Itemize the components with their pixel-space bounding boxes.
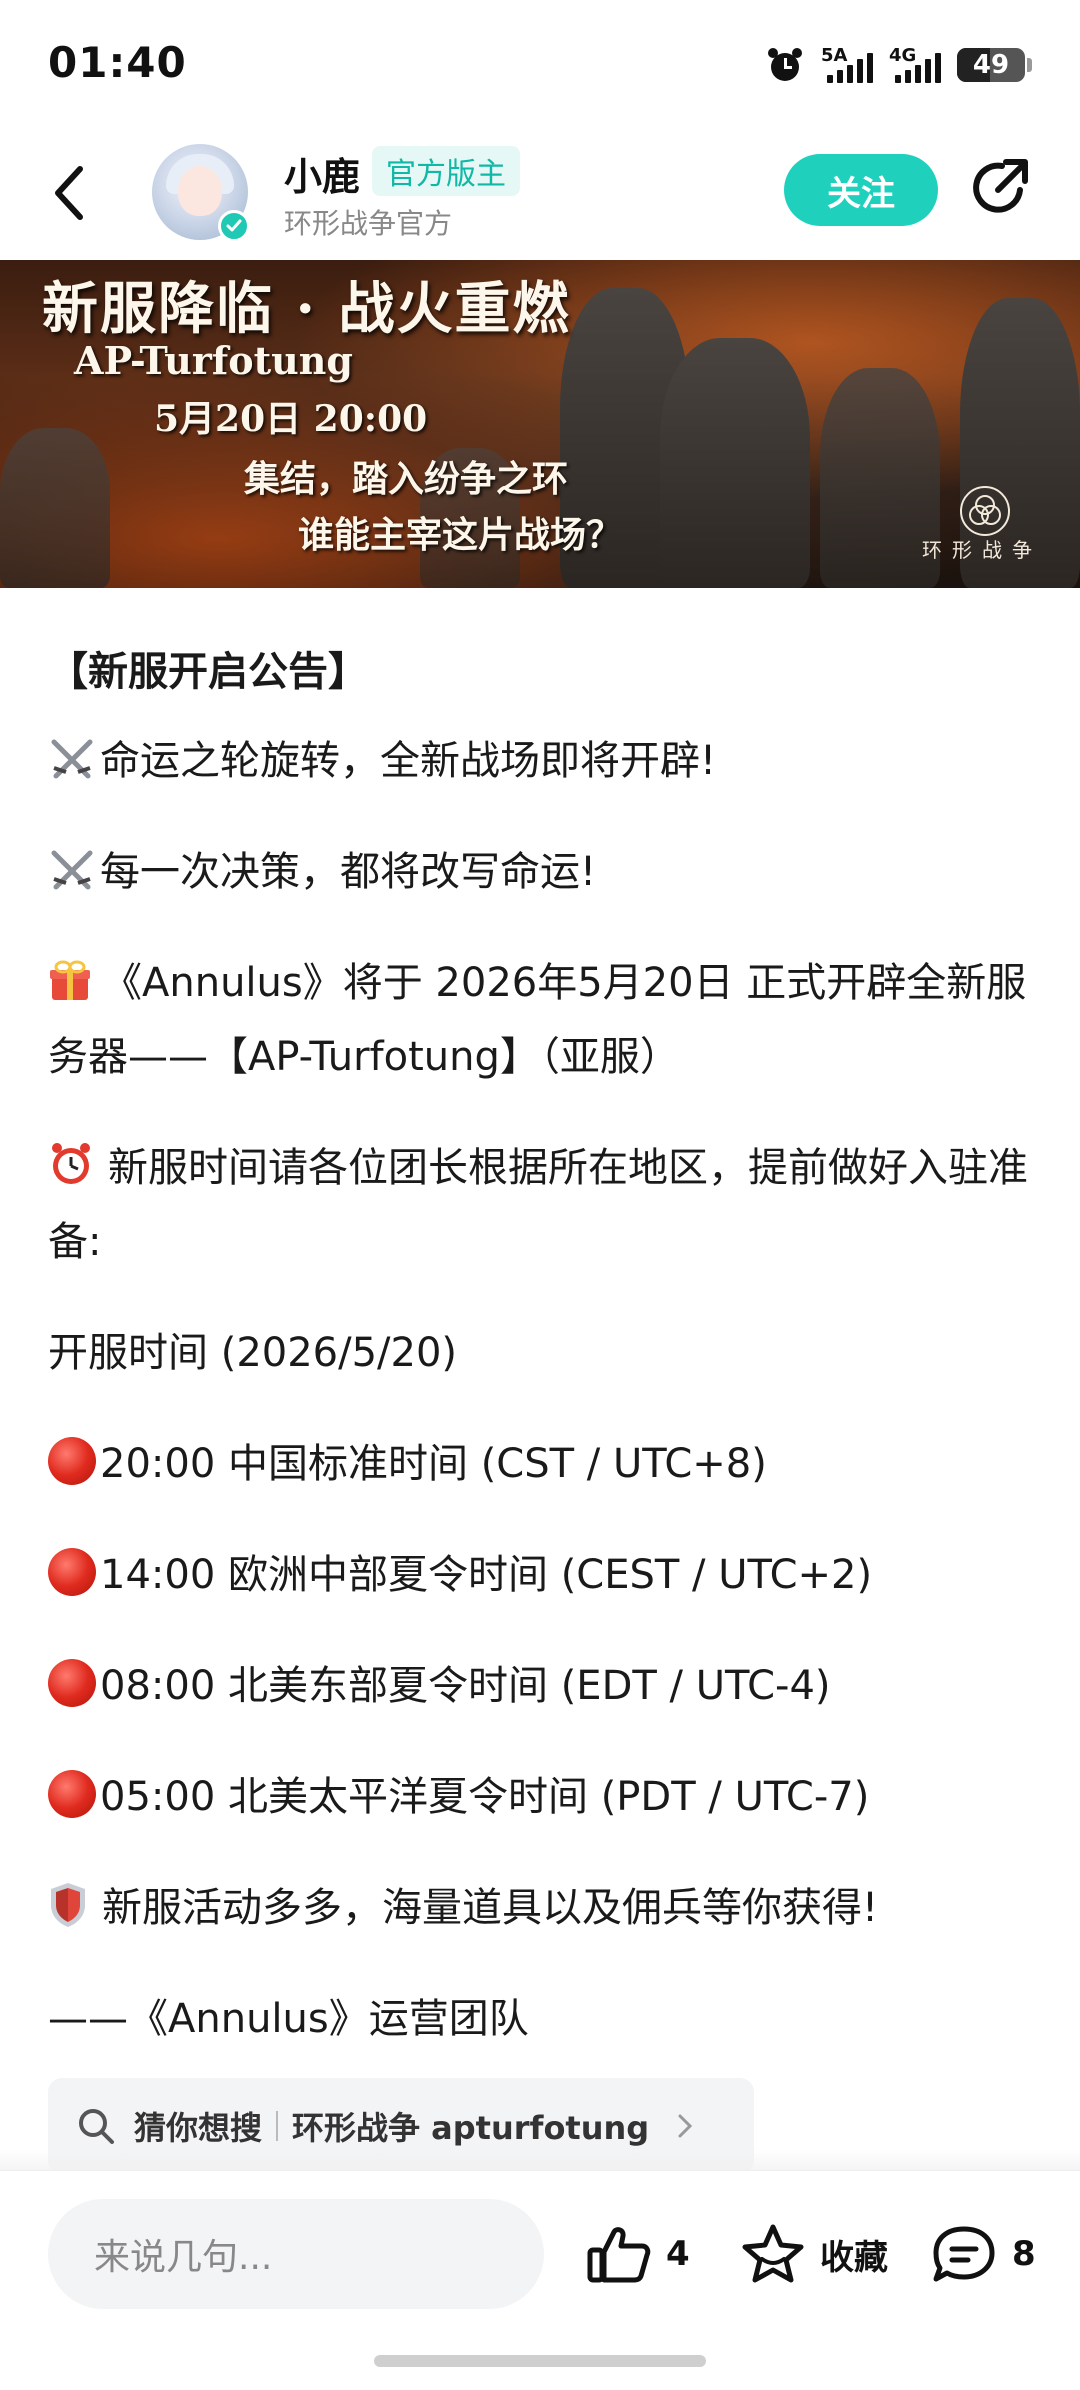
post-content: 【新服开启公告】 命运之轮旋转，全新战场即将开辟! 每一次决策，都将改写命运! … bbox=[48, 620, 1038, 2093]
paragraph-1-text: 命运之轮旋转，全新战场即将开辟! bbox=[100, 738, 717, 784]
status-bar: 01:40 5A 4G 49 bbox=[0, 0, 1080, 130]
verified-icon bbox=[218, 210, 250, 242]
game-logo-icon bbox=[960, 486, 1010, 536]
paragraph-2: 每一次决策，都将改写命运! bbox=[48, 835, 1038, 909]
time-row-1: 20:00 中国标准时间 (CST / UTC+8) bbox=[48, 1427, 1038, 1501]
paragraph-3-text: 《Annulus》将于 2026年5月20日 正式开辟全新服务器——【AP-Tu… bbox=[48, 960, 1027, 1080]
crossed-swords-icon bbox=[51, 739, 93, 779]
comment-count: 8 bbox=[1012, 2234, 1036, 2274]
divider bbox=[276, 2111, 279, 2141]
shield-icon bbox=[51, 1883, 85, 1927]
search-icon bbox=[79, 2109, 114, 2144]
time-row-4-text: 05:00 北美太平洋夏令时间 (PDT / UTC-7) bbox=[100, 1774, 870, 1820]
post-heading: 【新服开启公告】 bbox=[48, 649, 368, 695]
favorite-label: 收藏 bbox=[820, 2237, 888, 2278]
crossed-swords-icon bbox=[51, 850, 93, 890]
time-row-4: 05:00 北美太平洋夏令时间 (PDT / UTC-7) bbox=[48, 1760, 1038, 1834]
signature: ——《Annulus》运营团队 bbox=[48, 1996, 529, 2042]
banner-line-2: 谁能主宰这片战场？ bbox=[298, 514, 623, 556]
battery-icon: 49 bbox=[957, 48, 1032, 82]
chevron-right-icon bbox=[678, 2114, 693, 2138]
paragraph-4: 新服时间请各位团长根据所在地区，提前做好入驻准备: bbox=[48, 1131, 1038, 1279]
alarm-icon bbox=[768, 48, 802, 81]
search-suggestion-query: 环形战争 apturfotung bbox=[292, 2109, 650, 2147]
signal-icon-5a: 5A bbox=[821, 45, 873, 83]
red-circle-icon bbox=[48, 1548, 96, 1596]
star-icon bbox=[742, 2224, 804, 2283]
banner-line-1: 集结，踏入纷争之环 bbox=[244, 458, 569, 500]
alarm-clock-icon bbox=[52, 1143, 90, 1184]
time-row-3: 08:00 北美东部夏令时间 (EDT / UTC-4) bbox=[48, 1649, 1038, 1723]
paragraph-1: 命运之轮旋转，全新战场即将开辟! bbox=[48, 724, 1038, 798]
paragraph-6-text: 新服活动多多，海量道具以及佣兵等你获得! bbox=[102, 1885, 879, 1931]
comment-bubble-icon bbox=[933, 2226, 995, 2282]
author-subtitle: 环形战争官方 bbox=[284, 207, 453, 240]
author-name[interactable]: 小鹿 bbox=[284, 146, 360, 201]
paragraph-2-text: 每一次决策，都将改写命运! bbox=[100, 849, 597, 895]
comment-input[interactable]: 来说几句... bbox=[48, 2199, 544, 2309]
banner-datetime: 5月20日 20:00 bbox=[154, 398, 428, 440]
banner-title: 新服降临 · 战火重燃 bbox=[42, 276, 571, 342]
time-row-2: 14:00 欧洲中部夏令时间 (CEST / UTC+2) bbox=[48, 1538, 1038, 1612]
red-circle-icon bbox=[48, 1770, 96, 1818]
home-indicator[interactable] bbox=[374, 2355, 706, 2367]
status-time: 01:40 bbox=[48, 38, 187, 87]
comment-button[interactable]: 8 bbox=[930, 2207, 1036, 2301]
red-circle-icon bbox=[48, 1437, 96, 1485]
favorite-button[interactable]: 收藏 bbox=[740, 2207, 888, 2301]
paragraph-6: 新服活动多多，海量道具以及佣兵等你获得! bbox=[48, 1871, 1038, 1945]
bottom-action-bar: 来说几句... 4 收藏 8 bbox=[0, 2170, 1080, 2390]
avatar[interactable] bbox=[152, 144, 250, 242]
gift-icon bbox=[50, 960, 90, 1000]
share-button[interactable] bbox=[968, 156, 1038, 226]
red-circle-icon bbox=[48, 1659, 96, 1707]
battery-level: 49 bbox=[972, 50, 1010, 80]
paragraph-3: 《Annulus》将于 2026年5月20日 正式开辟全新服务器——【AP-Tu… bbox=[48, 946, 1038, 1094]
thumbs-up-icon bbox=[587, 2227, 651, 2283]
network-label-1: 5A bbox=[821, 45, 848, 66]
banner-server: AP-Turfotung bbox=[74, 338, 353, 383]
network-label-2: 4G bbox=[889, 45, 917, 66]
banner-logo-text: 环形战争 bbox=[922, 538, 1042, 562]
share-icon bbox=[973, 159, 1028, 213]
time-row-1-text: 20:00 中国标准时间 (CST / UTC+8) bbox=[100, 1441, 767, 1487]
follow-button[interactable]: 关注 bbox=[784, 154, 938, 226]
back-arrow-icon bbox=[55, 166, 83, 220]
post-header: 小鹿 官方版主 环形战争官方 关注 bbox=[0, 130, 1080, 260]
like-button[interactable]: 4 bbox=[586, 2207, 690, 2301]
like-count: 4 bbox=[666, 2234, 690, 2274]
time-row-2-text: 14:00 欧洲中部夏令时间 (CEST / UTC+2) bbox=[100, 1552, 873, 1598]
paragraph-4-text: 新服时间请各位团长根据所在地区，提前做好入驻准备: bbox=[48, 1145, 1028, 1265]
signal-icon-4g: 4G bbox=[889, 45, 941, 83]
back-button[interactable] bbox=[48, 158, 108, 228]
banner-image[interactable]: 新服降临 · 战火重燃 AP-Turfotung 5月20日 20:00 集结，… bbox=[0, 260, 1080, 588]
search-suggestion-label: 猜你想搜 bbox=[134, 2109, 263, 2147]
paragraph-5: 开服时间 (2026/5/20) bbox=[48, 1330, 458, 1376]
time-row-3-text: 08:00 北美东部夏令时间 (EDT / UTC-4) bbox=[100, 1663, 831, 1709]
status-icons: 5A 4G 49 bbox=[765, 40, 1032, 90]
official-badge: 官方版主 bbox=[372, 146, 520, 196]
